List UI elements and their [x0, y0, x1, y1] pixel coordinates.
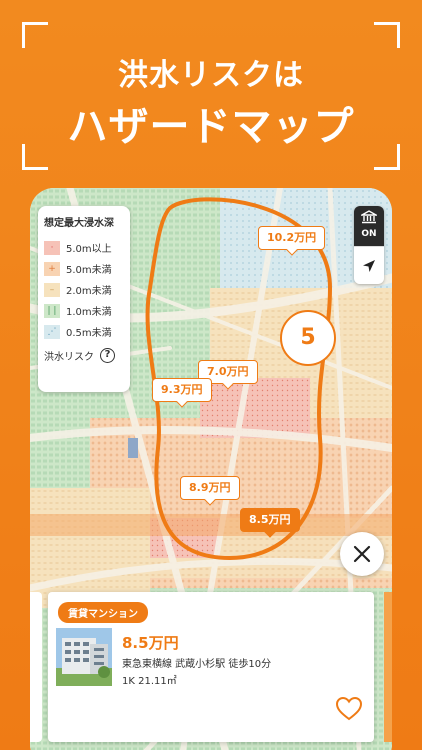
frame-corner-top-right [374, 22, 400, 48]
listing-cluster-marker[interactable]: 5 [280, 310, 336, 366]
legend-swatch-pink: · [44, 240, 60, 255]
map-controls: ON [354, 206, 384, 284]
legend-label: 5.0m未満 [66, 265, 112, 276]
legend-row: · 5.0m以上 [44, 237, 124, 258]
headline-line-2: ハザードマップ [67, 104, 355, 150]
headline-line-1: 洪水リスクは [118, 58, 304, 93]
property-type-badge: 賃貸マンション [58, 602, 148, 623]
legend-label: 1.0m未満 [66, 307, 112, 318]
legend-row: | | 1.0m未満 [44, 300, 124, 321]
location-arrow-icon [363, 259, 375, 272]
legend-title: 想定最大浸水深 [44, 218, 114, 229]
listing-price: 8.5万円 [122, 634, 179, 652]
flood-risk-info[interactable]: 洪水リスク ? [44, 348, 124, 363]
map-screen: 想定最大浸水深 · 5.0m以上 + 5.0m未満 – 2.0m未満 | | 1… [30, 188, 392, 750]
legend-swatch-blue: ⋰ [44, 324, 60, 339]
flood-risk-label: 洪水リスク [44, 352, 94, 363]
price-tag-selected[interactable]: 8.5万円 [240, 508, 300, 538]
help-icon[interactable]: ? [100, 348, 115, 363]
price-tag[interactable]: 8.9万円 [180, 476, 240, 506]
building-icon [359, 210, 379, 224]
property-photo [56, 628, 112, 686]
legend-row: – 2.0m未満 [44, 279, 124, 300]
price-tag[interactable]: 9.3万円 [152, 378, 212, 408]
legend-swatch-orange: + [44, 261, 60, 276]
frame-corner-top-left [22, 22, 48, 48]
legend-label: 5.0m以上 [66, 244, 112, 255]
legend-row: ⋰ 0.5m未満 [44, 321, 124, 342]
listing-access: 東急東横線 武蔵小杉駅 徒歩10分 [122, 659, 272, 670]
legend-label: 2.0m未満 [66, 286, 112, 297]
legend-swatch-yellow: – [44, 282, 60, 297]
hazard-legend: 想定最大浸水深 · 5.0m以上 + 5.0m未満 – 2.0m未満 | | 1… [38, 206, 130, 392]
previous-card-peek[interactable] [30, 592, 42, 742]
legend-row: + 5.0m未満 [44, 258, 124, 279]
legend-swatch-green: | | [44, 303, 60, 318]
hazard-toggle-button[interactable]: ON [354, 206, 384, 246]
hazard-state: ON [361, 229, 377, 239]
legend-label: 0.5m未満 [66, 328, 112, 339]
price-tag[interactable]: 10.2万円 [258, 226, 326, 256]
current-location-button[interactable] [354, 246, 384, 284]
favorite-heart-icon[interactable] [335, 696, 363, 722]
close-button[interactable] [340, 532, 384, 576]
listing-card[interactable]: 賃貸マンション 8.5万円 東急東横線 武蔵小杉駅 徒歩10分 1K 21.11… [48, 592, 374, 742]
next-card-peek[interactable] [384, 592, 392, 742]
close-icon [353, 545, 371, 563]
listing-spec: 1K 21.11㎡ [122, 676, 177, 687]
